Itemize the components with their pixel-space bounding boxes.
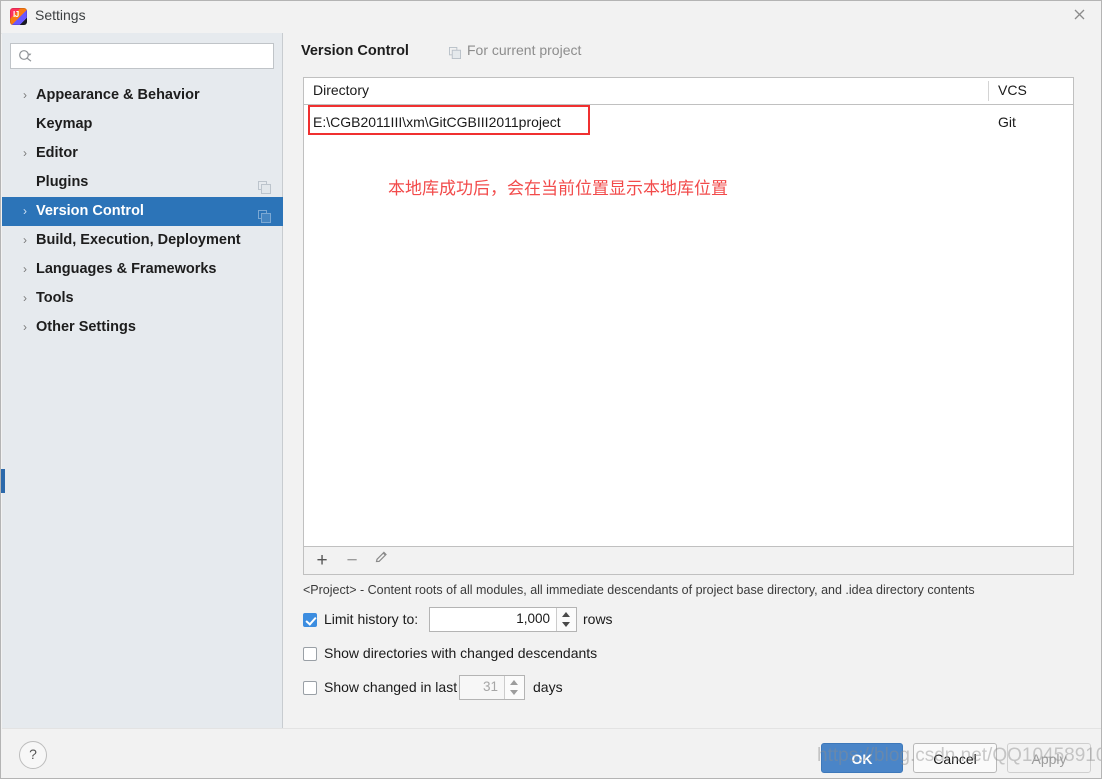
sidebar-item-label: Tools (36, 290, 74, 306)
window-title: Settings (35, 7, 86, 23)
show-changed-last-stepper[interactable]: 31 (459, 675, 525, 700)
sidebar-item-languages-frameworks[interactable]: › Languages & Frameworks (2, 255, 283, 284)
sidebar-item-label: Build, Execution, Deployment (36, 232, 241, 248)
version-control-panel: Version Control For current project Dire… (283, 33, 1101, 728)
column-divider[interactable] (988, 81, 989, 101)
search-box[interactable] (10, 43, 274, 69)
stepper-arrows[interactable] (556, 608, 576, 631)
sidebar-item-appearance-behavior[interactable]: › Appearance & Behavior (2, 81, 283, 110)
table-row-vcs[interactable]: Git (998, 114, 1016, 130)
sidebar-scroll-indicator[interactable] (1, 469, 5, 493)
sidebar-item-label: Other Settings (36, 319, 136, 335)
sidebar-item-label: Appearance & Behavior (36, 87, 200, 103)
sidebar-item-label: Keymap (36, 116, 93, 132)
project-scope-icon (449, 46, 461, 59)
stepper-arrows[interactable] (504, 676, 524, 699)
close-icon[interactable] (1065, 7, 1093, 27)
show-directories-label: Show directories with changed descendant… (324, 645, 598, 661)
show-directories-checkbox[interactable] (303, 647, 317, 661)
chevron-right-icon[interactable]: › (19, 226, 31, 255)
table-header: Directory VCS (304, 78, 1073, 105)
table-hint-text: <Project> - Content roots of all modules… (303, 583, 975, 597)
settings-tree: › Appearance & Behavior Keymap › Editor … (2, 81, 283, 342)
show-changed-last-value[interactable]: 31 (483, 679, 498, 694)
sidebar-item-version-control[interactable]: › Version Control (2, 197, 283, 226)
apply-button[interactable]: Apply (1007, 743, 1091, 773)
column-header-directory[interactable]: Directory (313, 82, 369, 98)
dialog-footer: ? OK Cancel Apply (2, 728, 1101, 778)
sidebar-item-plugins[interactable]: Plugins (2, 168, 283, 197)
plus-icon[interactable]: + (311, 550, 333, 572)
chevron-up-icon[interactable] (562, 612, 570, 617)
sidebar-item-label: Plugins (36, 174, 89, 190)
help-icon[interactable]: ? (19, 741, 47, 769)
show-changed-last-unit: days (533, 679, 563, 695)
column-header-vcs[interactable]: VCS (998, 82, 1027, 98)
search-input[interactable] (37, 47, 269, 67)
chevron-down-icon[interactable] (510, 690, 518, 695)
cancel-button[interactable]: Cancel (913, 743, 997, 773)
sidebar-item-other-settings[interactable]: › Other Settings (2, 313, 283, 342)
sidebar-item-editor[interactable]: › Editor (2, 139, 283, 168)
pencil-icon[interactable] (370, 550, 392, 572)
project-scope-icon (258, 176, 271, 194)
page-title: Version Control (301, 43, 409, 59)
search-icon (18, 49, 33, 64)
sidebar-item-tools[interactable]: › Tools (2, 284, 283, 313)
chevron-right-icon[interactable]: › (19, 255, 31, 284)
limit-history-checkbox[interactable] (303, 613, 317, 627)
table-toolbar: + − (303, 547, 1074, 575)
sidebar-item-label: Version Control (36, 203, 144, 219)
sidebar-item-label: Editor (36, 145, 78, 161)
table-row-directory[interactable]: E:\CGB2011III\xm\GitCGBIII2011project (313, 114, 561, 130)
ok-button[interactable]: OK (821, 743, 903, 773)
chevron-right-icon[interactable]: › (19, 81, 31, 110)
chevron-right-icon[interactable]: › (19, 313, 31, 342)
sidebar-item-build-execution-deployment[interactable]: › Build, Execution, Deployment (2, 226, 283, 255)
limit-history-unit: rows (583, 611, 613, 627)
scope-label: For current project (467, 42, 582, 58)
sidebar-item-label: Languages & Frameworks (36, 261, 217, 277)
limit-history-stepper[interactable]: 1,000 (429, 607, 577, 632)
settings-sidebar: › Appearance & Behavior Keymap › Editor … (2, 33, 283, 728)
limit-history-label: Limit history to: (324, 611, 419, 627)
project-scope-icon (258, 205, 271, 223)
sidebar-item-keymap[interactable]: Keymap (2, 110, 283, 139)
chevron-right-icon[interactable]: › (19, 197, 31, 226)
show-changed-last-label: Show changed in last (324, 679, 458, 695)
annotation-text: 本地库成功后，会在当前位置显示本地库位置 (388, 179, 728, 199)
chevron-up-icon[interactable] (510, 680, 518, 685)
settings-dialog: Settings › Appearance & Behavior (0, 0, 1102, 779)
limit-history-value[interactable]: 1,000 (516, 611, 550, 626)
chevron-right-icon[interactable]: › (19, 284, 31, 313)
title-bar: Settings (1, 1, 1101, 34)
minus-icon[interactable]: − (341, 550, 363, 572)
chevron-right-icon[interactable]: › (19, 139, 31, 168)
chevron-down-icon[interactable] (562, 622, 570, 627)
vcs-directory-table: Directory VCS E:\CGB2011III\xm\GitCGBIII… (303, 77, 1074, 547)
intellij-idea-icon (10, 8, 27, 25)
show-changed-last-checkbox[interactable] (303, 681, 317, 695)
